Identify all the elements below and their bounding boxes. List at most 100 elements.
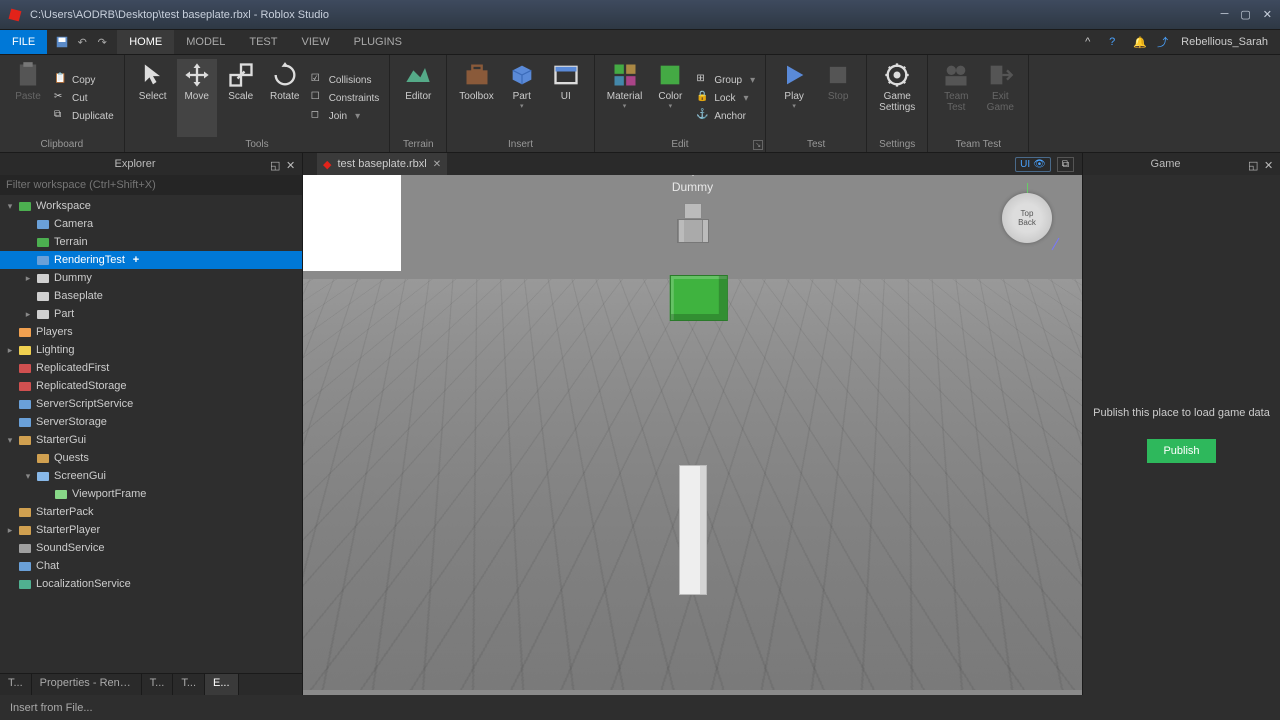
tab-model[interactable]: MODEL xyxy=(174,30,237,54)
expand-icon[interactable]: ▾ xyxy=(4,435,16,446)
tree-node-serverstorage[interactable]: ServerStorage xyxy=(0,413,302,431)
explorer-tree[interactable]: ▾Workspace Camera TerrainRenderingTest+▸Du… xyxy=(0,195,302,673)
tree-node-viewportframe[interactable]: ViewportFrame xyxy=(0,485,302,503)
group-team-test: Team Test Exit Game Team Test xyxy=(928,55,1029,152)
tree-node-label: Camera xyxy=(54,218,93,230)
material-button[interactable]: Material▾ xyxy=(603,59,647,137)
tree-node-quests[interactable]: Quests xyxy=(0,449,302,467)
select-button[interactable]: Select xyxy=(133,59,173,137)
game-settings-button[interactable]: Game Settings xyxy=(875,59,919,137)
file-tab-close-icon[interactable]: ✕ xyxy=(433,159,441,170)
ui-button[interactable]: UI xyxy=(546,59,586,137)
close-icon[interactable]: ✕ xyxy=(1263,8,1272,21)
tree-node-starterplayer[interactable]: ▸StarterPlayer xyxy=(0,521,302,539)
group-clipboard: Paste 📋Copy ✂Cut ⧉Duplicate Clipboard xyxy=(0,55,125,152)
status-text: Insert from File... xyxy=(10,702,93,714)
script-icon xyxy=(18,397,32,411)
expand-icon[interactable]: ▾ xyxy=(4,201,16,212)
username-label[interactable]: Rebellious_Sarah xyxy=(1181,36,1268,48)
publish-button[interactable]: Publish xyxy=(1147,439,1215,463)
toolbox-button[interactable]: Toolbox xyxy=(455,59,497,137)
tree-node-workspace[interactable]: ▾Workspace xyxy=(0,197,302,215)
bottom-tab[interactable]: E... xyxy=(205,674,239,695)
panel-close-icon[interactable]: ✕ xyxy=(286,159,296,169)
move-button[interactable]: Move xyxy=(177,59,217,137)
bottom-tab[interactable]: T... xyxy=(173,674,205,695)
maximize-icon[interactable]: ▢ xyxy=(1240,8,1250,21)
expand-icon[interactable]: ▸ xyxy=(22,273,34,284)
tree-node-terrain[interactable]: Terrain xyxy=(0,233,302,251)
paste-button[interactable]: Paste xyxy=(8,59,48,137)
tree-node-part[interactable]: ▸ Part xyxy=(0,305,302,323)
tree-node-players[interactable]: Players xyxy=(0,323,302,341)
bottom-tab[interactable]: T... xyxy=(0,674,32,695)
tree-node-replicatedfirst[interactable]: ReplicatedFirst xyxy=(0,359,302,377)
play-button[interactable]: Play▾ xyxy=(774,59,814,137)
bottom-tab[interactable]: T... xyxy=(142,674,174,695)
color-button[interactable]: Color▾ xyxy=(650,59,690,137)
tree-node-dummy[interactable]: ▸Dummy xyxy=(0,269,302,287)
cut-button[interactable]: ✂Cut xyxy=(52,90,116,106)
filter-input[interactable] xyxy=(0,175,302,195)
lock-button[interactable]: 🔒Lock▾ xyxy=(694,90,757,106)
file-menu[interactable]: FILE xyxy=(0,30,47,54)
bottom-tab[interactable]: Properties - Renderi... xyxy=(32,674,142,695)
tree-node-starterpack[interactable]: StarterPack xyxy=(0,503,302,521)
collisions-toggle[interactable]: ☑Collisions xyxy=(309,72,382,88)
orientation-indicator[interactable]: Top Back xyxy=(1002,193,1052,243)
undo-icon[interactable]: ↶ xyxy=(75,35,89,49)
tree-node-baseplate[interactable]: Baseplate xyxy=(0,287,302,305)
duplicate-button[interactable]: ⧉Duplicate xyxy=(52,108,116,124)
anchor-button[interactable]: ⚓Anchor xyxy=(694,108,757,124)
panel-popout-icon[interactable]: ◱ xyxy=(270,159,280,169)
viewport-3d[interactable]: Dummy Top Back xyxy=(303,175,1082,695)
tab-plugins[interactable]: PLUGINS xyxy=(342,30,414,54)
tree-node-localizationservice[interactable]: LocalizationService xyxy=(0,575,302,593)
statusbar: Insert from File... xyxy=(0,695,1280,720)
tab-home[interactable]: HOME xyxy=(117,30,174,54)
minimize-icon[interactable]: ─ xyxy=(1221,8,1229,21)
redo-icon[interactable]: ↷ xyxy=(95,35,109,49)
save-icon[interactable] xyxy=(55,35,69,49)
ui-visibility-toggle[interactable]: UI👁 xyxy=(1015,157,1051,172)
expand-icon[interactable]: ▸ xyxy=(4,345,16,356)
tree-node-label: Quests xyxy=(54,452,89,464)
chat-icon xyxy=(18,559,32,573)
tree-node-serverscriptservice[interactable]: ServerScriptService xyxy=(0,395,302,413)
edit-dialog-launcher[interactable]: ↘ xyxy=(753,140,763,150)
green-part xyxy=(669,275,727,321)
folder-icon xyxy=(36,451,50,465)
add-child-icon[interactable]: + xyxy=(129,253,143,267)
share-icon[interactable]: ⤴ xyxy=(1157,35,1171,49)
help-icon[interactable]: ? xyxy=(1109,35,1123,49)
tree-node-camera[interactable]: Camera xyxy=(0,215,302,233)
tab-view[interactable]: VIEW xyxy=(289,30,341,54)
tree-node-startergui[interactable]: ▾StarterGui xyxy=(0,431,302,449)
scale-button[interactable]: Scale xyxy=(221,59,261,137)
join-dropdown[interactable]: ◻Join▾ xyxy=(309,108,382,124)
notifications-icon[interactable]: 🔔 xyxy=(1133,35,1147,49)
group-button[interactable]: ⊞Group▾ xyxy=(694,72,757,88)
file-tab[interactable]: ◆ test baseplate.rbxl ✕ xyxy=(317,153,447,175)
game-panel-popout-icon[interactable]: ◱ xyxy=(1248,159,1258,169)
copy-button[interactable]: 📋Copy xyxy=(52,72,116,88)
tree-node-label: ScreenGui xyxy=(54,470,106,482)
tree-node-renderingtest[interactable]: RenderingTest+ xyxy=(0,251,302,269)
terrain-editor-button[interactable]: Editor xyxy=(398,59,438,137)
expand-icon[interactable]: ▸ xyxy=(4,525,16,536)
constraints-toggle[interactable]: ☐Constraints xyxy=(309,90,382,106)
part-button[interactable]: Part▾ xyxy=(502,59,542,137)
collapse-ribbon-icon[interactable]: ^ xyxy=(1085,35,1099,49)
tree-node-screengui[interactable]: ▾ ScreenGui xyxy=(0,467,302,485)
device-emulator-button[interactable]: ⧉ xyxy=(1057,157,1074,172)
tree-node-replicatedstorage[interactable]: ReplicatedStorage xyxy=(0,377,302,395)
rotate-button[interactable]: Rotate xyxy=(265,59,305,137)
tree-node-label: Part xyxy=(54,308,74,320)
expand-icon[interactable]: ▸ xyxy=(22,309,34,320)
tree-node-soundservice[interactable]: SoundService xyxy=(0,539,302,557)
tab-test[interactable]: TEST xyxy=(237,30,289,54)
tree-node-lighting[interactable]: ▸Lighting xyxy=(0,341,302,359)
expand-icon[interactable]: ▾ xyxy=(22,471,34,482)
game-panel-close-icon[interactable]: ✕ xyxy=(1264,159,1274,169)
tree-node-chat[interactable]: Chat xyxy=(0,557,302,575)
